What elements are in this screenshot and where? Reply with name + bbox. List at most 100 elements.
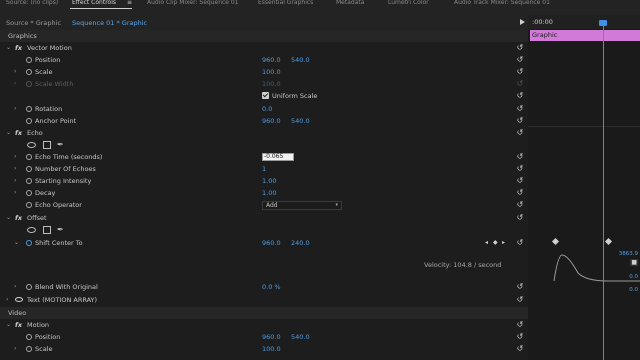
stopwatch-icon[interactable] xyxy=(26,334,32,340)
motion-scale-value[interactable]: 100.0 xyxy=(262,343,281,355)
chevron-down-icon[interactable]: ⌄ xyxy=(6,319,11,331)
tab-essential-graphics[interactable]: Essential Graphics xyxy=(258,0,313,8)
chevron-right-icon[interactable]: › xyxy=(14,103,16,115)
chevron-right-icon[interactable]: › xyxy=(6,294,8,306)
position-x-value[interactable]: 960.0 xyxy=(262,54,281,66)
chevron-right-icon[interactable]: › xyxy=(14,66,16,78)
ellipse-mask-icon[interactable] xyxy=(27,227,36,233)
decay-value[interactable]: 1.00 xyxy=(262,187,276,199)
reset-icon[interactable]: ↺ xyxy=(516,92,524,100)
playhead-line[interactable] xyxy=(603,23,604,360)
num-echoes-value[interactable]: 1 xyxy=(262,163,266,175)
reset-icon[interactable]: ↺ xyxy=(516,129,524,137)
reset-icon[interactable]: ↺ xyxy=(516,105,524,113)
fx-icon[interactable]: fx xyxy=(15,212,22,224)
next-keyframe-icon[interactable]: ▸ xyxy=(502,237,505,249)
stopwatch-icon[interactable] xyxy=(26,106,32,112)
reset-icon[interactable]: ↺ xyxy=(516,201,524,209)
uniform-scale-checkbox[interactable] xyxy=(262,92,269,99)
motion-position-y-value[interactable]: 540.0 xyxy=(291,331,310,343)
chevron-right-icon[interactable]: › xyxy=(14,151,16,163)
play-icon[interactable] xyxy=(520,19,525,25)
effect-motion[interactable]: ⌄ fx Motion ↺ xyxy=(0,319,528,331)
stopwatch-active-icon[interactable] xyxy=(26,240,32,246)
chevron-down-icon[interactable]: ⌄ xyxy=(6,127,11,139)
reset-icon[interactable]: ↺ xyxy=(516,214,524,222)
fx-icon[interactable]: fx xyxy=(15,127,22,139)
stopwatch-icon[interactable] xyxy=(26,166,32,172)
tab-menu-icon[interactable]: ≡ xyxy=(127,0,132,8)
anchor-x-value[interactable]: 960.0 xyxy=(262,115,281,127)
scale-value[interactable]: 100.0 xyxy=(262,66,281,78)
tab-source[interactable]: Source: (no clips) xyxy=(6,0,58,8)
reset-icon[interactable]: ↺ xyxy=(516,283,524,291)
reset-icon[interactable]: ↺ xyxy=(516,239,524,247)
reset-icon[interactable]: ↺ xyxy=(516,68,524,76)
blend-value[interactable]: 0.0 % xyxy=(262,281,281,293)
reset-icon[interactable]: ↺ xyxy=(516,56,524,64)
tab-audio-clip-mixer[interactable]: Audio Clip Mixer: Sequence 01 xyxy=(147,0,239,8)
eye-icon[interactable] xyxy=(15,297,23,302)
rectangle-mask-icon[interactable] xyxy=(43,141,51,149)
pen-mask-icon[interactable]: ✒ xyxy=(57,224,64,236)
reset-icon[interactable]: ↺ xyxy=(516,117,524,125)
tab-lumetri-color[interactable]: Lumetri Color xyxy=(388,0,429,8)
effect-offset[interactable]: ⌄ fx Offset ↺ xyxy=(0,212,528,224)
chevron-down-icon[interactable]: ⌄ xyxy=(6,212,11,224)
add-keyframe-icon[interactable]: ◆ xyxy=(493,237,498,249)
echo-time-input[interactable]: -0.065 xyxy=(262,153,294,161)
motion-position-x-value[interactable]: 960.0 xyxy=(262,331,281,343)
keyframe-marker[interactable] xyxy=(551,237,560,246)
stopwatch-icon[interactable] xyxy=(26,69,32,75)
chevron-down-icon[interactable]: ⌄ xyxy=(14,237,19,249)
tab-metadata[interactable]: Metadata xyxy=(336,0,364,8)
stopwatch-icon[interactable] xyxy=(26,284,32,290)
effect-timeline[interactable]: :00:00 Graphic 3863.9 ■ 0.0 0.0 xyxy=(528,15,640,360)
stopwatch-icon[interactable] xyxy=(26,57,32,63)
shift-x-value[interactable]: 960.0 xyxy=(262,237,281,249)
tab-effect-controls[interactable]: Effect Controls xyxy=(72,0,116,8)
shift-y-value[interactable]: 240.0 xyxy=(291,237,310,249)
reset-icon[interactable]: ↺ xyxy=(516,189,524,197)
stopwatch-icon[interactable] xyxy=(26,346,32,352)
chevron-right-icon[interactable]: › xyxy=(14,163,16,175)
anchor-y-value[interactable]: 540.0 xyxy=(291,115,310,127)
stopwatch-icon[interactable] xyxy=(26,154,32,160)
stopwatch-icon[interactable] xyxy=(26,178,32,184)
layer-text[interactable]: › Text (MOTION ARRAY) ↺ xyxy=(0,294,528,306)
keyframe-marker[interactable] xyxy=(604,237,613,246)
chevron-right-icon[interactable]: › xyxy=(14,281,16,293)
reset-icon[interactable]: ↺ xyxy=(516,177,524,185)
stopwatch-icon[interactable] xyxy=(26,118,32,124)
reset-icon[interactable]: ↺ xyxy=(516,44,524,52)
velocity-curve[interactable] xyxy=(528,251,640,285)
ellipse-mask-icon[interactable] xyxy=(27,142,36,148)
effect-echo[interactable]: ⌄ fx Echo ↺ xyxy=(0,127,528,139)
tab-audio-track-mixer[interactable]: Audio Track Mixer: Sequence 01 xyxy=(454,0,550,8)
starting-intensity-value[interactable]: 1.00 xyxy=(262,175,276,187)
chevron-right-icon[interactable]: › xyxy=(14,343,16,355)
reset-icon[interactable]: ↺ xyxy=(516,333,524,341)
fx-icon[interactable]: fx xyxy=(15,319,22,331)
rotation-value[interactable]: 0.0 xyxy=(262,103,272,115)
source-clip-selector[interactable]: Source * Graphic xyxy=(6,19,61,27)
fx-icon[interactable]: fx xyxy=(15,42,22,54)
position-y-value[interactable]: 540.0 xyxy=(291,54,310,66)
echo-operator-dropdown[interactable]: Add ▾ xyxy=(262,201,342,210)
graphic-clip[interactable]: Graphic xyxy=(530,30,640,41)
effect-vector-motion[interactable]: ⌄ fx Vector Motion ↺ xyxy=(0,42,528,54)
stopwatch-icon[interactable] xyxy=(26,202,32,208)
chevron-down-icon[interactable]: ⌄ xyxy=(6,42,11,54)
sequence-clip-selector[interactable]: Sequence 01 * Graphic xyxy=(72,19,147,27)
reset-icon[interactable]: ↺ xyxy=(516,321,524,329)
time-ruler[interactable]: :00:00 xyxy=(528,15,640,29)
reset-icon[interactable]: ↺ xyxy=(516,345,524,353)
prev-keyframe-icon[interactable]: ◂ xyxy=(485,237,488,249)
stopwatch-icon[interactable] xyxy=(26,190,32,196)
rectangle-mask-icon[interactable] xyxy=(43,226,51,234)
chevron-right-icon[interactable]: › xyxy=(14,187,16,199)
pen-mask-icon[interactable]: ✒ xyxy=(57,139,64,151)
reset-icon[interactable]: ↺ xyxy=(516,153,524,161)
reset-icon[interactable]: ↺ xyxy=(516,296,524,304)
chevron-right-icon[interactable]: › xyxy=(14,175,16,187)
